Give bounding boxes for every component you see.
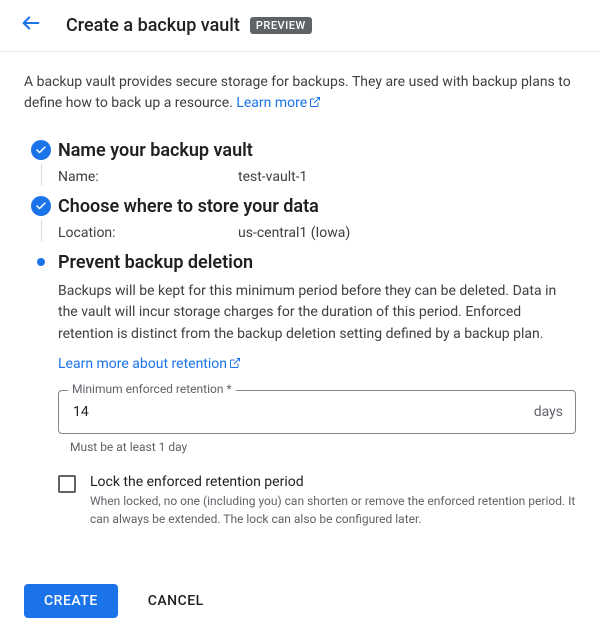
footer: CREATE CANCEL (0, 566, 600, 642)
lock-checkbox-row: Lock the enforced retention period When … (58, 474, 576, 528)
step-location-title[interactable]: Choose where to store your data (58, 196, 576, 219)
connector (41, 164, 42, 186)
preview-badge: PREVIEW (250, 17, 312, 34)
lock-checkbox[interactable] (58, 475, 76, 493)
check-icon (31, 140, 51, 160)
retention-field: Minimum enforced retention * days (58, 390, 576, 434)
retention-desc: Backups will be kept for this minimum pe… (58, 281, 576, 346)
name-label: Name: (58, 169, 238, 185)
intro-text: A backup vault provides secure storage f… (24, 72, 576, 114)
lock-body: Lock the enforced retention period When … (90, 474, 576, 528)
lock-desc: When locked, no one (including you) can … (90, 492, 576, 528)
retention-helper: Must be at least 1 day (70, 440, 576, 454)
page-header: Create a backup vault PREVIEW (0, 0, 600, 52)
active-dot-icon (37, 258, 45, 266)
step-icon-col (24, 140, 58, 190)
cancel-button[interactable]: CANCEL (142, 592, 210, 610)
step-name: Name your backup vault Name: test-vault-… (24, 140, 576, 190)
step-location: Choose where to store your data Location… (24, 196, 576, 246)
step-body: Prevent backup deletion Backups will be … (58, 252, 576, 536)
step-body: Choose where to store your data Location… (58, 196, 576, 246)
step-name-title[interactable]: Name your backup vault (58, 140, 576, 163)
step-retention-title: Prevent backup deletion (58, 252, 576, 275)
retention-learn-more-link[interactable]: Learn more about retention (58, 356, 241, 372)
back-arrow-icon[interactable] (20, 12, 42, 39)
step-retention: Prevent backup deletion Backups will be … (24, 252, 576, 536)
content: A backup vault provides secure storage f… (0, 52, 600, 566)
name-value: test-vault-1 (238, 169, 307, 185)
step-icon-col (24, 252, 58, 536)
location-value: us-central1 (Iowa) (238, 225, 350, 241)
step-body: Name your backup vault Name: test-vault-… (58, 140, 576, 190)
lock-label[interactable]: Lock the enforced retention period (90, 474, 576, 490)
step-name-summary: Name: test-vault-1 (58, 169, 576, 185)
retention-input[interactable] (71, 403, 534, 421)
location-label: Location: (58, 225, 238, 241)
connector (41, 220, 42, 242)
page-title: Create a backup vault (66, 15, 240, 36)
retention-field-box[interactable]: days (58, 390, 576, 434)
retention-field-label: Minimum enforced retention * (68, 382, 236, 396)
retention-suffix: days (534, 404, 563, 420)
create-button[interactable]: CREATE (24, 584, 118, 618)
step-location-summary: Location: us-central1 (Iowa) (58, 225, 576, 241)
check-icon (31, 196, 51, 216)
learn-more-link[interactable]: Learn more (236, 95, 321, 111)
step-icon-col (24, 196, 58, 246)
